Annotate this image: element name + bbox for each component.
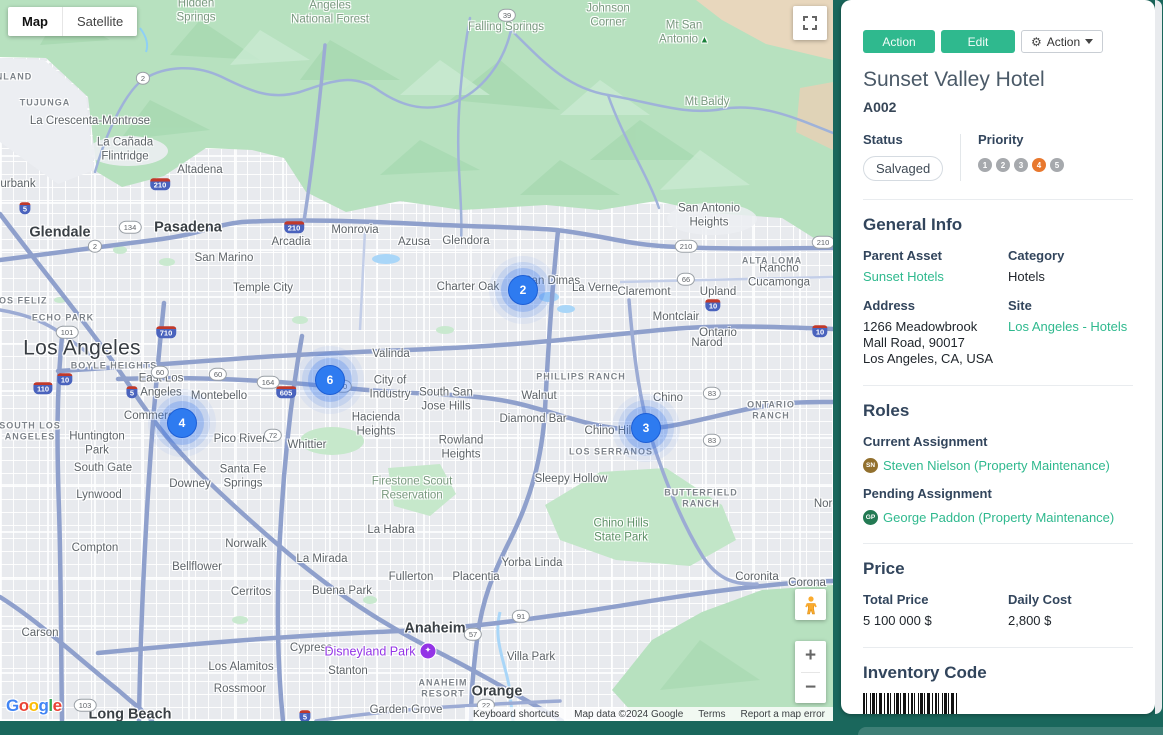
parent-asset-label: Parent Asset xyxy=(863,248,1008,263)
fullscreen-icon xyxy=(802,15,818,31)
avatar: GP xyxy=(863,510,878,525)
fullscreen-button[interactable] xyxy=(793,6,827,40)
attribution-item: Map data ©2024 Google xyxy=(574,709,683,720)
edit-button[interactable]: Edit xyxy=(941,30,1015,53)
page-title: Sunset Valley Hotel xyxy=(863,68,1133,92)
inventory-code-heading: Inventory Code xyxy=(863,663,1133,683)
priority-dot-2[interactable]: 2 xyxy=(996,158,1010,172)
barcode xyxy=(863,693,959,714)
address-label: Address xyxy=(863,298,1008,313)
panel-toolbar: Action Edit ⚙ Action xyxy=(863,30,1133,53)
zoom-in-button[interactable]: + xyxy=(795,641,826,672)
action-dropdown-label: Action xyxy=(1047,35,1080,49)
priority-dot-4[interactable]: 4 xyxy=(1032,158,1046,172)
general-info-heading: General Info xyxy=(863,215,1133,235)
status-label: Status xyxy=(863,132,945,147)
priority-dot-5[interactable]: 5 xyxy=(1050,158,1064,172)
map-cluster-marker[interactable]: 6 xyxy=(315,365,345,395)
map-terrain-roads xyxy=(0,0,833,721)
asset-code: A002 xyxy=(863,99,1133,115)
section-divider xyxy=(863,543,1133,544)
total-price-label: Total Price xyxy=(863,592,1008,607)
google-logo-letter: G xyxy=(6,696,19,715)
pegman-icon xyxy=(801,595,821,615)
attribution-item[interactable]: Report a map error xyxy=(741,709,825,720)
priority-dot-3[interactable]: 3 xyxy=(1014,158,1028,172)
priority-dots: 12345 xyxy=(978,158,1068,172)
detail-panel: Action Edit ⚙ Action Sunset Valley Hotel… xyxy=(841,0,1155,714)
daily-cost-value: 2,800 $ xyxy=(1008,613,1133,629)
google-logo-letter: e xyxy=(53,696,62,715)
pending-assignment-row: GP George Paddon (Property Maintenance) xyxy=(863,510,1133,525)
current-assignment-label: Current Assignment xyxy=(863,434,1133,449)
attribution-item[interactable]: Keyboard shortcuts xyxy=(473,709,559,720)
priority-dot-1[interactable]: 1 xyxy=(978,158,992,172)
current-assignment-row: SN Steven Nielson (Property Maintenance) xyxy=(863,458,1133,473)
map-canvas[interactable]: ✦ Map Satellite + − Goog xyxy=(0,0,833,721)
address-value: 1266 Meadowbrook Mall Road, 90017 Los An… xyxy=(863,319,1008,367)
map-cluster-marker[interactable]: 3 xyxy=(631,413,661,443)
app-window: ✦ Map Satellite + − Goog xyxy=(0,0,1163,735)
status-badge: Salvaged xyxy=(863,156,943,181)
roles-heading: Roles xyxy=(863,401,1133,421)
google-logo-letter: o xyxy=(29,696,39,715)
action-button[interactable]: Action xyxy=(863,30,935,53)
map-cluster-marker[interactable]: 2 xyxy=(508,275,538,305)
price-heading: Price xyxy=(863,559,1133,579)
action-dropdown-button[interactable]: ⚙ Action xyxy=(1021,30,1103,53)
disneyland-poi-icon[interactable]: ✦ xyxy=(420,643,437,660)
pending-assignee-link[interactable]: George Paddon (Property Maintenance) xyxy=(883,510,1114,525)
parent-asset-link[interactable]: Sunset Hotels xyxy=(863,269,944,284)
attribution-item[interactable]: Terms xyxy=(698,709,725,720)
category-value: Hotels xyxy=(1008,269,1133,285)
map-attribution-bar: Keyboard shortcuts Map data ©2024 Google T… xyxy=(465,707,833,721)
total-price-value: 5 100 000 $ xyxy=(863,613,1008,629)
panel-scrollbar[interactable] xyxy=(1155,0,1162,714)
section-divider xyxy=(863,199,1133,200)
avatar: SN xyxy=(863,458,878,473)
google-logo-letter: o xyxy=(19,696,29,715)
pegman-button[interactable] xyxy=(795,589,826,620)
category-label: Category xyxy=(1008,248,1133,263)
next-card-edge xyxy=(858,727,1163,735)
zoom-out-button[interactable]: − xyxy=(795,673,826,704)
map-cluster-marker[interactable]: 4 xyxy=(167,408,197,438)
site-label: Site xyxy=(1008,298,1133,313)
section-divider xyxy=(863,647,1133,648)
chevron-down-icon xyxy=(1085,39,1093,44)
map-type-control: Map Satellite xyxy=(8,7,137,36)
current-assignee-link[interactable]: Steven Nielson (Property Maintenance) xyxy=(883,458,1110,473)
daily-cost-label: Daily Cost xyxy=(1008,592,1133,607)
status-divider xyxy=(960,134,961,181)
site-link[interactable]: Los Angeles - Hotels xyxy=(1008,319,1127,334)
status-priority-row: Status Salvaged Priority 12345 xyxy=(863,132,1133,181)
pending-assignment-label: Pending Assignment xyxy=(863,486,1133,501)
google-logo-letter: g xyxy=(39,696,49,715)
section-divider xyxy=(863,385,1133,386)
map-zoom-control: + − xyxy=(795,641,826,703)
google-logo[interactable]: Google xyxy=(6,696,62,716)
map-type-map-button[interactable]: Map xyxy=(8,14,62,29)
gear-icon: ⚙ xyxy=(1031,36,1042,48)
priority-label: Priority xyxy=(978,132,1068,147)
map-type-satellite-button[interactable]: Satellite xyxy=(63,14,137,29)
